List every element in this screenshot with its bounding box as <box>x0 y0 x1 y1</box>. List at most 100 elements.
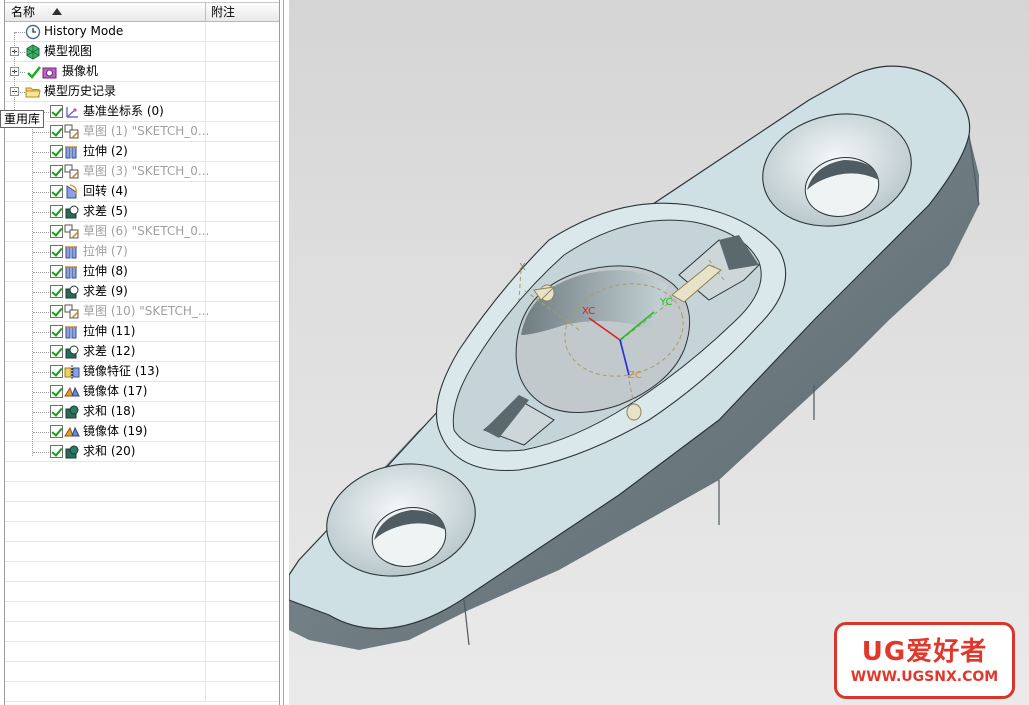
tree-node-model-history[interactable]: 模型历史记录 <box>5 82 279 102</box>
feature-label: 草图 (6) "SKETCH_0... <box>83 224 210 238</box>
feature-visibility-checkbox[interactable] <box>50 205 63 218</box>
feature-row[interactable]: 求差 (12) <box>5 342 279 362</box>
navigator-tree: 名称 附注 History Mode 模型视图 摄像机 模型历史记录 基准坐标系… <box>4 0 280 705</box>
tree-node-label: History Mode <box>44 24 124 38</box>
empty-row <box>5 582 279 602</box>
empty-row <box>5 682 279 702</box>
empty-row <box>5 502 279 522</box>
empty-row <box>5 462 279 482</box>
subtract-icon <box>65 205 79 219</box>
part-navigator: 名称 附注 History Mode 模型视图 摄像机 模型历史记录 基准坐标系… <box>0 0 284 705</box>
clock-icon <box>25 24 41 40</box>
tree-rows: History Mode 模型视图 摄像机 模型历史记录 基准坐标系 (0) 草… <box>5 22 279 702</box>
camera-icon <box>42 67 57 79</box>
feature-visibility-checkbox[interactable] <box>50 425 63 438</box>
tree-node-cameras[interactable]: 摄像机 <box>5 62 279 82</box>
feature-visibility-checkbox[interactable] <box>50 405 63 418</box>
feature-row[interactable]: 拉伸 (2) <box>5 142 279 162</box>
feature-label: 求和 (20) <box>83 444 136 458</box>
extrude-icon <box>65 326 77 339</box>
feature-row[interactable]: 回转 (4) <box>5 182 279 202</box>
reuse-library-tooltip: 重用库 <box>0 110 45 128</box>
watermark-url: WWW.UGSNX.COM <box>850 669 999 685</box>
watermark-title: UG爱好者 <box>861 637 988 667</box>
empty-row <box>5 522 279 542</box>
feature-row[interactable]: 草图 (3) "SKETCH_0... <box>5 162 279 182</box>
feature-label: 镜像特征 (13) <box>83 364 160 378</box>
feature-visibility-checkbox[interactable] <box>50 225 63 238</box>
feature-row[interactable]: 拉伸 (11) <box>5 322 279 342</box>
feature-label: 草图 (10) "SKETCH_... <box>83 304 210 318</box>
feature-visibility-checkbox[interactable] <box>50 165 63 178</box>
feature-row[interactable]: 拉伸 (7) <box>5 242 279 262</box>
feature-visibility-checkbox[interactable] <box>50 145 63 158</box>
feature-row[interactable]: 基准坐标系 (0) <box>5 102 279 122</box>
feature-label: 求差 (12) <box>83 344 136 358</box>
feature-row[interactable]: 求和 (20) <box>5 442 279 462</box>
feature-visibility-checkbox[interactable] <box>50 285 63 298</box>
feature-label: 求差 (9) <box>83 284 128 298</box>
feature-row[interactable]: 求和 (18) <box>5 402 279 422</box>
extrude-icon <box>65 266 77 279</box>
sort-ascending-icon[interactable] <box>52 8 62 15</box>
part-model[interactable]: X XC YC ZC <box>289 0 1029 705</box>
checkmark-icon <box>27 66 41 79</box>
empty-row <box>5 562 279 582</box>
feature-label: 拉伸 (8) <box>83 264 128 278</box>
sketch-icon <box>64 124 79 139</box>
feature-label: 基准坐标系 (0) <box>83 104 164 118</box>
wcs-xc-label: XC <box>582 306 595 317</box>
empty-row <box>5 642 279 662</box>
feature-row[interactable]: 求差 (9) <box>5 282 279 302</box>
feature-visibility-checkbox[interactable] <box>50 125 63 138</box>
feature-row[interactable]: 草图 (6) "SKETCH_0... <box>5 222 279 242</box>
sketch-icon <box>64 304 79 319</box>
feature-visibility-checkbox[interactable] <box>50 105 63 118</box>
feature-visibility-checkbox[interactable] <box>50 265 63 278</box>
tree-node-label: 模型历史记录 <box>44 84 117 98</box>
tree-node-label: 摄像机 <box>62 64 99 78</box>
empty-row <box>5 622 279 642</box>
column-note-header[interactable]: 附注 <box>211 3 271 21</box>
folder-icon <box>25 87 41 98</box>
feature-visibility-checkbox[interactable] <box>50 305 63 318</box>
feature-row[interactable]: 草图 (1) "SKETCH_0... <box>5 122 279 142</box>
mirror-feature-icon <box>64 365 80 379</box>
unite-icon <box>65 445 79 459</box>
feature-label: 草图 (3) "SKETCH_0... <box>83 164 210 178</box>
feature-visibility-checkbox[interactable] <box>50 325 63 338</box>
empty-row <box>5 602 279 622</box>
feature-row[interactable]: 镜像特征 (13) <box>5 362 279 382</box>
tree-node-history-mode[interactable]: History Mode <box>5 22 279 42</box>
feature-label: 拉伸 (11) <box>83 324 136 338</box>
wcs-zc-label: ZC <box>628 370 642 381</box>
feature-visibility-checkbox[interactable] <box>50 185 63 198</box>
column-name-header[interactable]: 名称 <box>11 3 207 21</box>
feature-row[interactable]: 镜像体 (17) <box>5 382 279 402</box>
feature-label: 求和 (18) <box>83 404 136 418</box>
feature-visibility-checkbox[interactable] <box>50 385 63 398</box>
feature-visibility-checkbox[interactable] <box>50 245 63 258</box>
column-divider[interactable] <box>205 3 206 21</box>
feature-label: 求差 (5) <box>83 204 128 218</box>
feature-label: 镜像体 (17) <box>83 384 148 398</box>
unite-icon <box>65 405 79 419</box>
feature-row[interactable]: 拉伸 (8) <box>5 262 279 282</box>
feature-visibility-checkbox[interactable] <box>50 345 63 358</box>
empty-row <box>5 542 279 562</box>
column-header: 名称 附注 <box>5 2 279 22</box>
feature-visibility-checkbox[interactable] <box>50 445 63 458</box>
feature-label: 草图 (1) "SKETCH_0... <box>83 124 210 138</box>
feature-row[interactable]: 镜像体 (19) <box>5 422 279 442</box>
feature-row[interactable]: 草图 (10) "SKETCH_... <box>5 302 279 322</box>
graphics-window[interactable]: X XC YC ZC <box>289 0 1029 705</box>
feature-label: 拉伸 (7) <box>83 244 128 258</box>
feature-visibility-checkbox[interactable] <box>50 365 63 378</box>
feature-row[interactable]: 求差 (5) <box>5 202 279 222</box>
revolve-icon <box>66 184 78 199</box>
empty-row <box>5 662 279 682</box>
mirror-body-icon <box>64 426 80 437</box>
model-views-icon <box>26 44 40 60</box>
tree-node-model-views[interactable]: 模型视图 <box>5 42 279 62</box>
feature-label: 回转 (4) <box>83 184 128 198</box>
